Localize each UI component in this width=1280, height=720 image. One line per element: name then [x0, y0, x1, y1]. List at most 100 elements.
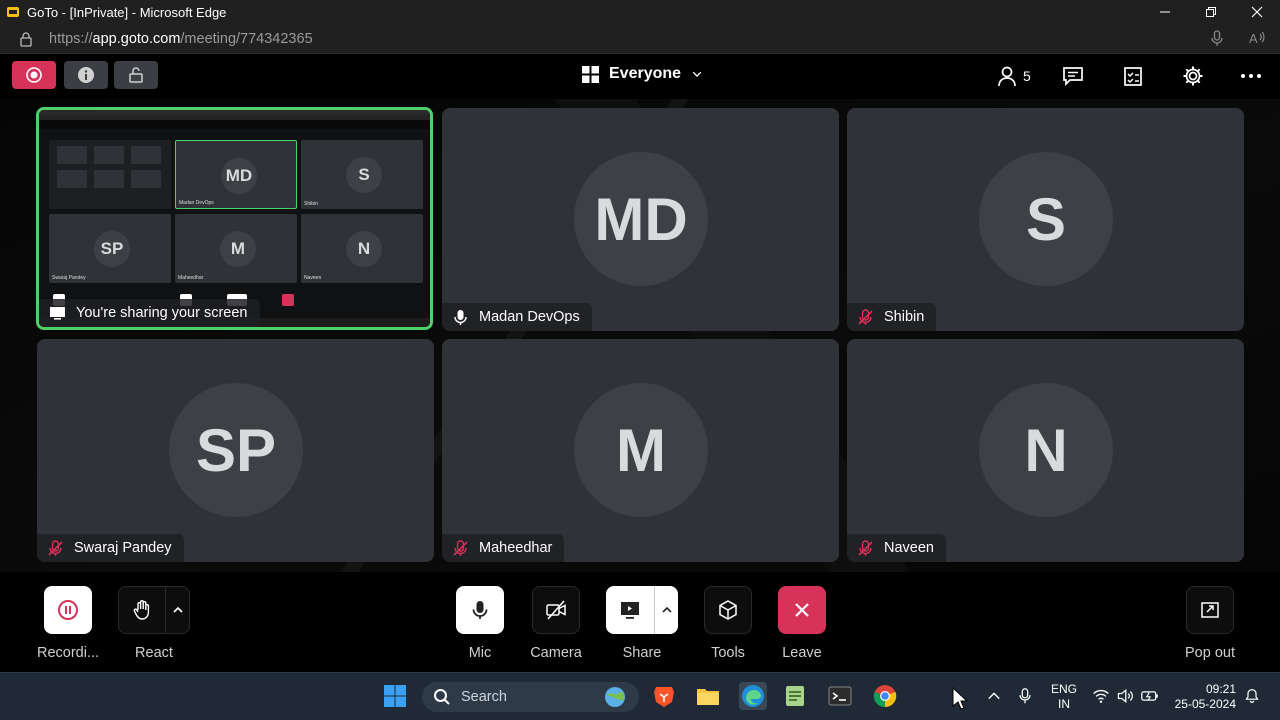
react-button[interactable]: [118, 586, 166, 634]
file-explorer-taskbar-icon[interactable]: [695, 683, 721, 709]
share-label: Share: [622, 645, 662, 661]
view-label: Everyone: [609, 65, 682, 82]
gear-icon: [1183, 66, 1203, 86]
url-text[interactable]: https://app.goto.com/meeting/774342365: [49, 31, 313, 47]
screen-share-icon: [621, 602, 639, 619]
input-language-indicator[interactable]: ENG IN: [1050, 682, 1078, 712]
windows-logo-icon: [384, 685, 406, 707]
recording-indicator-button[interactable]: [12, 61, 56, 89]
participants-button[interactable]: 5: [996, 65, 1031, 87]
close-window-button[interactable]: [1234, 0, 1280, 24]
search-highlight-icon: [605, 687, 625, 707]
meeting-info-button[interactable]: [64, 61, 108, 89]
notifications-button[interactable]: [1242, 683, 1262, 709]
svg-text:A: A: [1249, 31, 1258, 46]
microphone-icon: [472, 601, 488, 619]
search-placeholder: Search: [461, 689, 507, 705]
taskbar-search-box[interactable]: Search: [422, 682, 639, 712]
more-options-button[interactable]: [1240, 65, 1262, 87]
system-clock[interactable]: 09:21 25-05-2024: [1172, 682, 1236, 712]
camera-off-icon: [546, 600, 566, 620]
battery-tray-icon[interactable]: [1138, 683, 1162, 709]
address-bar[interactable]: https://app.goto.com/meeting/774342365 A: [0, 24, 1280, 54]
participant-name-label: Maheedhar: [442, 534, 565, 562]
browser-title-bar: GoTo - [InPrivate] - Microsoft Edge: [0, 0, 1280, 24]
screen-share-label: You're sharing your screen: [39, 299, 260, 327]
chevron-down-icon: [692, 71, 702, 78]
recording-button[interactable]: [44, 586, 92, 634]
edge-taskbar-icon[interactable]: [739, 682, 767, 710]
mouse-cursor: [952, 687, 968, 711]
participant-name-label: Swaraj Pandey: [37, 534, 184, 562]
shared-screen-preview: MD Madan DevOps S Shibin SP Swaraj Pandey M…: [39, 110, 430, 327]
notes-button[interactable]: [1122, 65, 1144, 87]
react-options-toggle[interactable]: [166, 586, 190, 634]
avatar: S: [979, 152, 1113, 286]
minimize-button[interactable]: [1142, 0, 1188, 24]
avatar: M: [574, 383, 708, 517]
chat-icon: [1063, 67, 1083, 87]
leave-label: Leave: [782, 645, 822, 661]
lock-icon[interactable]: [18, 31, 34, 47]
avatar: SP: [169, 383, 303, 517]
view-selector-dropdown[interactable]: Everyone: [582, 65, 703, 83]
mic-button[interactable]: [456, 586, 504, 634]
pop-out-icon: [1201, 602, 1219, 618]
volume-tray-icon[interactable]: [1114, 683, 1136, 709]
microphone-permission-icon[interactable]: [1208, 29, 1226, 47]
pause-recording-icon: [58, 600, 78, 620]
leave-button[interactable]: [778, 586, 826, 634]
raise-hand-icon: [133, 600, 150, 620]
participant-name-label: Madan DevOps: [442, 303, 592, 331]
unlock-icon: [129, 67, 143, 83]
wifi-icon: [1093, 689, 1109, 703]
share-options-toggle[interactable]: [654, 586, 678, 634]
info-icon: [78, 67, 94, 83]
participant-tile-shibin[interactable]: S Shibin: [847, 108, 1244, 331]
meeting-lock-button[interactable]: [114, 61, 158, 89]
microphone-muted-icon: [858, 308, 873, 325]
participant-tile-maheedhar[interactable]: M Maheedhar: [442, 339, 839, 562]
folder-icon: [697, 689, 719, 705]
start-button[interactable]: [382, 683, 408, 709]
person-icon: [998, 66, 1016, 87]
participant-tile-swaraj-pandey[interactable]: SP Swaraj Pandey: [37, 339, 434, 562]
minimize-icon: [1160, 11, 1170, 13]
screen-share-tile[interactable]: MD Madan DevOps S Shibin SP Swaraj Pandey M…: [36, 107, 433, 330]
show-hidden-icons-button[interactable]: [986, 683, 1002, 709]
chat-button[interactable]: [1062, 65, 1084, 87]
participant-name-label: Shibin: [847, 303, 937, 331]
mic-in-use-tray-icon[interactable]: [1015, 683, 1035, 709]
pop-out-button[interactable]: [1186, 586, 1234, 634]
recording-label: Recordi...: [36, 645, 100, 661]
notepad-icon: [786, 686, 804, 706]
restore-icon: [1206, 7, 1216, 17]
tools-button[interactable]: [704, 586, 752, 634]
wifi-tray-icon[interactable]: [1090, 683, 1112, 709]
share-button[interactable]: [606, 586, 654, 634]
camera-button[interactable]: [532, 586, 580, 634]
chrome-icon: [873, 685, 897, 708]
more-horizontal-icon: [1241, 74, 1261, 78]
read-aloud-icon[interactable]: A: [1248, 29, 1266, 47]
brave-browser-taskbar-icon[interactable]: [651, 683, 677, 709]
microphone-icon: [454, 309, 467, 325]
participant-tile-naveen[interactable]: N Naveen: [847, 339, 1244, 562]
notepad-taskbar-icon[interactable]: [782, 683, 808, 709]
camera-label: Camera: [530, 645, 582, 661]
window-title: GoTo - [InPrivate] - Microsoft Edge: [27, 4, 227, 20]
cube-icon: [719, 600, 737, 620]
speaker-icon: [1117, 688, 1133, 704]
close-icon: [795, 603, 809, 617]
brave-lion-icon: [654, 687, 674, 707]
settings-button[interactable]: [1182, 65, 1204, 87]
close-icon: [1251, 6, 1263, 18]
participant-tile-madan-devops[interactable]: MD Madan DevOps: [442, 108, 839, 331]
grid-view-icon: [582, 65, 599, 83]
meeting-toolbar: Everyone 5: [0, 55, 1280, 99]
restore-button[interactable]: [1188, 0, 1234, 24]
terminal-taskbar-icon[interactable]: [827, 683, 853, 709]
cursor-arrow-icon: [952, 687, 968, 710]
goto-app-icon: [7, 7, 19, 17]
chrome-taskbar-icon[interactable]: [872, 683, 898, 709]
